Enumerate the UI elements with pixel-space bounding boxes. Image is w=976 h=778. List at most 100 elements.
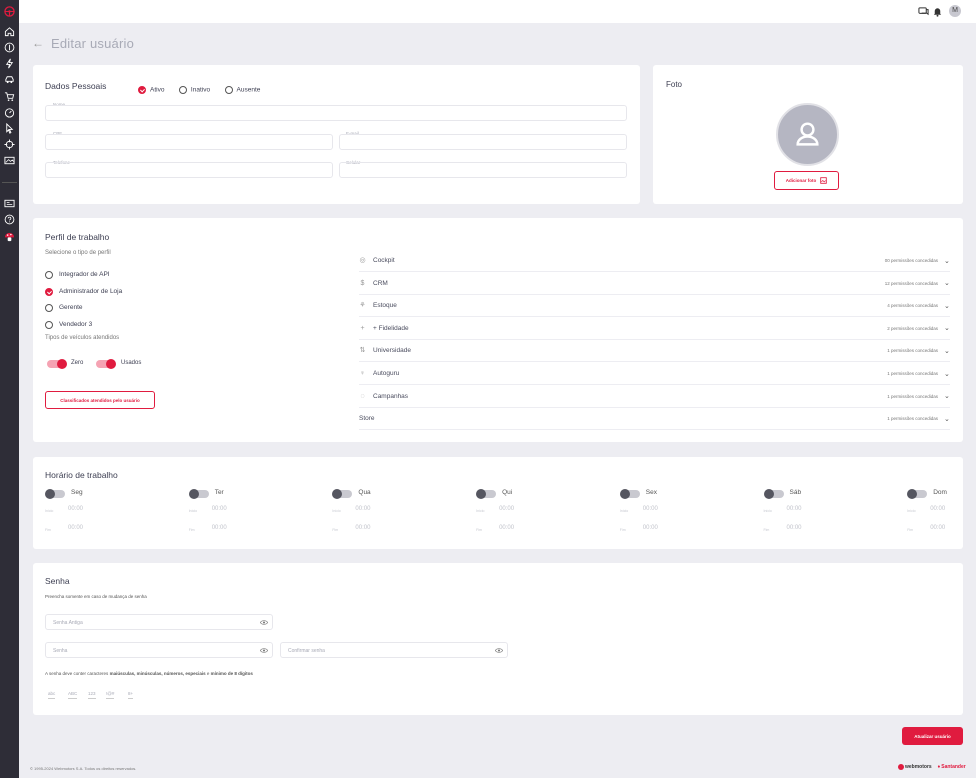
- update-user-button[interactable]: Atualizar usuário: [902, 727, 963, 745]
- page-header: ← Editar usuário: [32, 34, 134, 52]
- end-time[interactable]: 00:00: [212, 525, 227, 531]
- pointer-icon[interactable]: [4, 123, 15, 134]
- add-photo-button[interactable]: Adicionar foto: [774, 171, 839, 190]
- email-field[interactable]: [339, 134, 627, 150]
- day-toggle[interactable]: [619, 489, 640, 499]
- user-avatar[interactable]: M: [949, 5, 961, 17]
- start-time[interactable]: 00:00: [355, 506, 370, 512]
- day-toggle[interactable]: [188, 489, 209, 499]
- module-icon: +: [360, 324, 365, 332]
- radio-checked-icon: [138, 85, 146, 94]
- confirm-password-field[interactable]: Confirmar senha: [280, 642, 508, 658]
- permission-name: Store: [359, 415, 375, 423]
- eye-icon[interactable]: [260, 619, 268, 626]
- home-icon[interactable]: [4, 26, 15, 37]
- permission-row-0[interactable]: ◎ Cockpit 00 permissões concedidas ⌄: [359, 250, 950, 272]
- end-time[interactable]: 00:00: [643, 525, 658, 531]
- end-time[interactable]: 00:00: [787, 525, 802, 531]
- end-time[interactable]: 00:00: [355, 525, 370, 531]
- webmotors-logo-icon: [898, 764, 904, 770]
- permission-row-2[interactable]: ⚘ Estoque 4 permissões concedidas ⌄: [359, 295, 950, 318]
- toggle-usados[interactable]: [96, 359, 116, 369]
- personal-data-card: Dados Pessoais Ativo Inativo Ausente Nom…: [33, 65, 640, 204]
- chevron-down-icon[interactable]: ⌄: [944, 415, 950, 423]
- chevron-down-icon[interactable]: ⌄: [944, 370, 950, 378]
- car-icon[interactable]: [4, 74, 15, 85]
- permission-row-3[interactable]: + + Fidelidade 2 permissões concedidas ⌄: [359, 318, 950, 340]
- eye-icon[interactable]: [495, 647, 503, 654]
- news-icon[interactable]: [4, 198, 15, 209]
- chevron-down-icon[interactable]: ⌄: [944, 324, 950, 332]
- day-toggle[interactable]: [332, 489, 353, 499]
- status-radio-inativo[interactable]: Inativo: [178, 81, 210, 98]
- top-bar: M: [19, 0, 976, 23]
- end-time[interactable]: 00:00: [499, 525, 514, 531]
- classified-button[interactable]: Classificados atendidos pelo usuário: [45, 391, 155, 409]
- help-icon[interactable]: [4, 214, 15, 225]
- permission-row-4[interactable]: ⇅ Universidade 1 permissões concedidas ⌄: [359, 340, 950, 363]
- end-label: Fim: [907, 528, 914, 532]
- status-radio-ausente[interactable]: Ausente: [224, 81, 260, 98]
- radio-checked-icon: [45, 287, 53, 296]
- toggle-usados-label: Usados: [121, 360, 142, 366]
- santander-logo-icon: ♦: [937, 764, 941, 770]
- end-time[interactable]: 00:00: [930, 525, 945, 531]
- permission-row-1[interactable]: $ CRM 12 permissões concedidas ⌄: [359, 273, 950, 295]
- permission-count: 1 permissões concedidas: [887, 348, 938, 354]
- name-field[interactable]: [45, 105, 627, 121]
- day-label: Seg: [71, 489, 83, 496]
- status-radio-ativo[interactable]: Ativo: [138, 81, 164, 98]
- cart-icon[interactable]: [4, 91, 15, 102]
- day-toggle[interactable]: [763, 489, 784, 499]
- end-label: Fim: [45, 528, 51, 532]
- profile-item-2[interactable]: Gerente: [45, 299, 83, 317]
- permission-row-6[interactable]: ◌ Campanhas 1 permissões concedidas ⌄: [359, 386, 950, 408]
- end-time[interactable]: 00:00: [68, 525, 83, 531]
- permission-row-7[interactable]: Store 1 permissões concedidas ⌄: [359, 408, 950, 431]
- radio-empty-icon: [45, 320, 53, 329]
- photo-title: Foto: [666, 80, 683, 89]
- start-time[interactable]: 00:00: [643, 506, 658, 512]
- cpf-field[interactable]: [45, 134, 333, 150]
- day-toggle[interactable]: [907, 489, 928, 499]
- target-icon[interactable]: [4, 139, 15, 150]
- eye-icon[interactable]: [260, 647, 268, 654]
- dollar-circle-icon[interactable]: [4, 42, 15, 53]
- permission-count: 12 permissões concedidas: [884, 280, 938, 286]
- toggle-zero[interactable]: [47, 359, 67, 369]
- day-toggle[interactable]: [476, 489, 497, 499]
- new-password-field[interactable]: Senha: [45, 642, 273, 658]
- old-password-field[interactable]: Senha Antiga: [45, 614, 273, 630]
- mushroom-icon[interactable]: [4, 231, 15, 242]
- profile-item-0[interactable]: Integrador de API: [45, 266, 110, 284]
- chat-icon[interactable]: [918, 6, 929, 17]
- permission-row-5[interactable]: ♀ Autoguru 1 permissões concedidas ⌄: [359, 363, 950, 385]
- chevron-down-icon[interactable]: ⌄: [944, 279, 950, 287]
- image-icon[interactable]: [4, 155, 15, 166]
- chevron-down-icon[interactable]: ⌄: [944, 302, 950, 310]
- day-label: Dom: [933, 489, 947, 496]
- profile-item-3[interactable]: Vendedor 3: [45, 316, 92, 334]
- start-label: Início: [907, 509, 916, 513]
- lightning-icon[interactable]: [4, 58, 15, 69]
- bell-icon[interactable]: [932, 6, 943, 17]
- radio-empty-icon: [224, 85, 233, 94]
- radio-empty-icon: [178, 85, 187, 94]
- phone-field[interactable]: [45, 162, 333, 178]
- permission-count: 1 permissões concedidas: [887, 416, 938, 422]
- chevron-down-icon[interactable]: ⌄: [944, 347, 950, 355]
- start-time[interactable]: 00:00: [930, 506, 945, 512]
- steering-wheel-logo-icon[interactable]: [4, 6, 15, 17]
- start-time[interactable]: 00:00: [68, 506, 83, 512]
- day-toggle[interactable]: [45, 489, 65, 499]
- back-arrow-icon[interactable]: ←: [32, 36, 44, 50]
- start-time[interactable]: 00:00: [787, 506, 802, 512]
- start-time[interactable]: 00:00: [499, 506, 514, 512]
- mobile-field[interactable]: [339, 162, 627, 178]
- chevron-down-icon[interactable]: ⌄: [944, 257, 950, 265]
- schedule-title: Horário de trabalho: [45, 470, 118, 480]
- chevron-down-icon[interactable]: ⌄: [944, 392, 950, 400]
- start-time[interactable]: 00:00: [212, 506, 227, 512]
- day-label: Qua: [358, 489, 371, 496]
- speedometer-icon[interactable]: [4, 107, 15, 118]
